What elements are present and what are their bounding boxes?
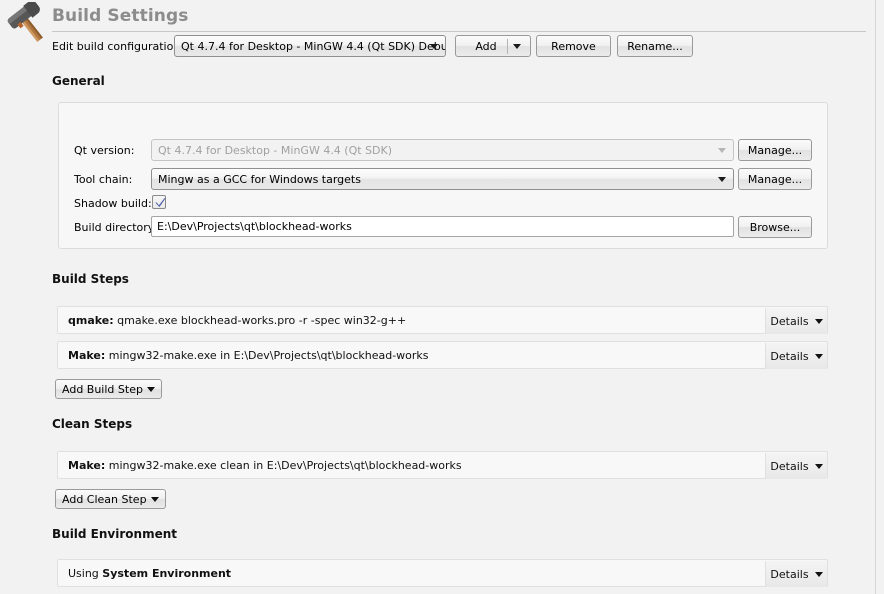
browse-button[interactable]: Browse... xyxy=(738,216,812,238)
build-step-details-button[interactable]: Details xyxy=(765,343,827,369)
rename-button-label: Rename... xyxy=(627,39,683,53)
remove-button-label: Remove xyxy=(551,39,596,53)
clean-step-command: mingw32-make.exe clean in E:\Dev\Project… xyxy=(108,458,462,472)
tool-chain-manage-label: Manage... xyxy=(747,172,803,186)
details-label: Details xyxy=(770,314,809,328)
build-environment-heading: Build Environment xyxy=(52,527,177,541)
build-step-command: qmake.exe blockhead-works.pro -r -spec w… xyxy=(117,313,407,327)
browse-button-label: Browse... xyxy=(749,220,801,234)
build-environment-details-button[interactable]: Details xyxy=(765,561,827,587)
chevron-down-icon xyxy=(814,571,823,577)
qt-version-manage-button[interactable]: Manage... xyxy=(738,139,812,161)
add-clean-step-label: Add Clean Step xyxy=(62,492,147,506)
build-environment-name: System Environment xyxy=(102,566,232,580)
hammer-icon xyxy=(6,0,50,48)
chevron-down-icon xyxy=(430,44,438,49)
build-settings-page: Build Settings Edit build configuration:… xyxy=(0,0,884,594)
build-step-text: qmake: qmake.exe blockhead-works.pro -r … xyxy=(68,314,406,327)
add-build-step-button[interactable]: Add Build Step xyxy=(55,379,162,399)
details-label: Details xyxy=(770,567,809,581)
tool-chain-combobox[interactable]: Mingw as a GCC for Windows targets xyxy=(151,168,734,190)
add-button-divider xyxy=(507,39,508,54)
build-configuration-value: Qt 4.7.4 for Desktop - MinGW 4.4 (Qt SDK… xyxy=(181,39,446,53)
tool-chain-value: Mingw as a GCC for Windows targets xyxy=(158,172,361,186)
build-directory-label: Build directory: xyxy=(74,221,158,234)
tool-chain-manage-button[interactable]: Manage... xyxy=(738,168,812,190)
right-edge-strip xyxy=(876,0,884,594)
build-step-row: Make: mingw32-make.exe in E:\Dev\Project… xyxy=(57,341,828,369)
add-clean-step-button[interactable]: Add Clean Step xyxy=(55,489,166,509)
details-label: Details xyxy=(770,459,809,473)
chevron-down-icon xyxy=(718,148,726,153)
details-label: Details xyxy=(770,349,809,363)
add-configuration-button[interactable]: Add xyxy=(455,35,531,57)
chevron-down-icon xyxy=(814,463,823,469)
qt-version-value: Qt 4.7.4 for Desktop - MinGW 4.4 (Qt SDK… xyxy=(158,143,393,157)
chevron-down-icon xyxy=(814,318,823,324)
rename-configuration-button[interactable]: Rename... xyxy=(617,35,693,57)
shadow-build-checkbox[interactable] xyxy=(152,195,166,209)
add-button-label: Add xyxy=(475,39,497,53)
clean-step-row: Make: mingw32-make.exe clean in E:\Dev\P… xyxy=(57,451,828,479)
clean-step-text: Make: mingw32-make.exe clean in E:\Dev\P… xyxy=(68,459,462,472)
shadow-build-label: Shadow build: xyxy=(74,197,152,210)
add-build-step-label: Add Build Step xyxy=(62,382,143,396)
tool-chain-label: Tool chain: xyxy=(74,173,133,186)
build-step-command: mingw32-make.exe in E:\Dev\Projects\qt\b… xyxy=(108,348,429,362)
build-step-details-button[interactable]: Details xyxy=(765,308,827,334)
chevron-down-icon xyxy=(150,496,159,502)
chevron-down-icon xyxy=(814,353,823,359)
clean-step-details-button[interactable]: Details xyxy=(765,453,827,479)
build-configuration-combobox[interactable]: Qt 4.7.4 for Desktop - MinGW 4.4 (Qt SDK… xyxy=(174,35,446,57)
remove-configuration-button[interactable]: Remove xyxy=(536,35,611,57)
general-heading: General xyxy=(52,74,105,88)
chevron-down-icon xyxy=(718,177,726,182)
build-step-name: qmake: xyxy=(68,313,114,327)
build-steps-heading: Build Steps xyxy=(52,272,129,286)
qt-version-combobox: Qt 4.7.4 for Desktop - MinGW 4.4 (Qt SDK… xyxy=(151,139,734,161)
build-directory-input[interactable]: E:\Dev\Projects\qt\blockhead-works xyxy=(151,216,734,237)
build-environment-row: Using System Environment Details xyxy=(57,559,828,587)
build-directory-value: E:\Dev\Projects\qt\blockhead-works xyxy=(157,220,352,233)
qt-version-manage-label: Manage... xyxy=(747,143,803,157)
edit-build-configuration-label: Edit build configuration: xyxy=(52,40,185,53)
build-step-name: Make: xyxy=(68,348,106,362)
build-environment-text: Using System Environment xyxy=(68,567,231,580)
title-separator xyxy=(52,31,866,32)
clean-step-name: Make: xyxy=(68,458,106,472)
chevron-down-icon xyxy=(513,44,521,49)
build-step-row: qmake: qmake.exe blockhead-works.pro -r … xyxy=(57,306,828,334)
page-title: Build Settings xyxy=(52,6,189,26)
clean-steps-heading: Clean Steps xyxy=(52,417,133,431)
build-step-text: Make: mingw32-make.exe in E:\Dev\Project… xyxy=(68,349,429,362)
chevron-down-icon xyxy=(146,386,155,392)
qt-version-label: Qt version: xyxy=(74,144,135,157)
build-environment-using-prefix: Using xyxy=(68,566,99,580)
